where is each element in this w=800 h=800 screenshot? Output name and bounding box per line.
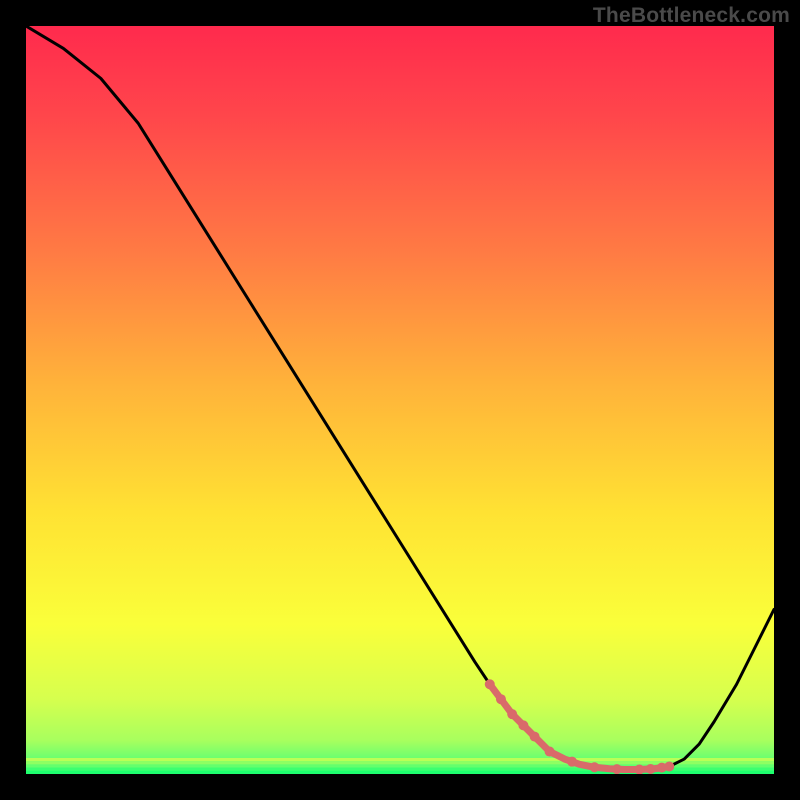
plot-svg [26, 26, 774, 774]
watermark-text: TheBottleneck.com [593, 4, 790, 28]
gradient-background [26, 26, 774, 774]
chart-stage: TheBottleneck.com [0, 0, 800, 800]
plot-area [26, 26, 774, 774]
